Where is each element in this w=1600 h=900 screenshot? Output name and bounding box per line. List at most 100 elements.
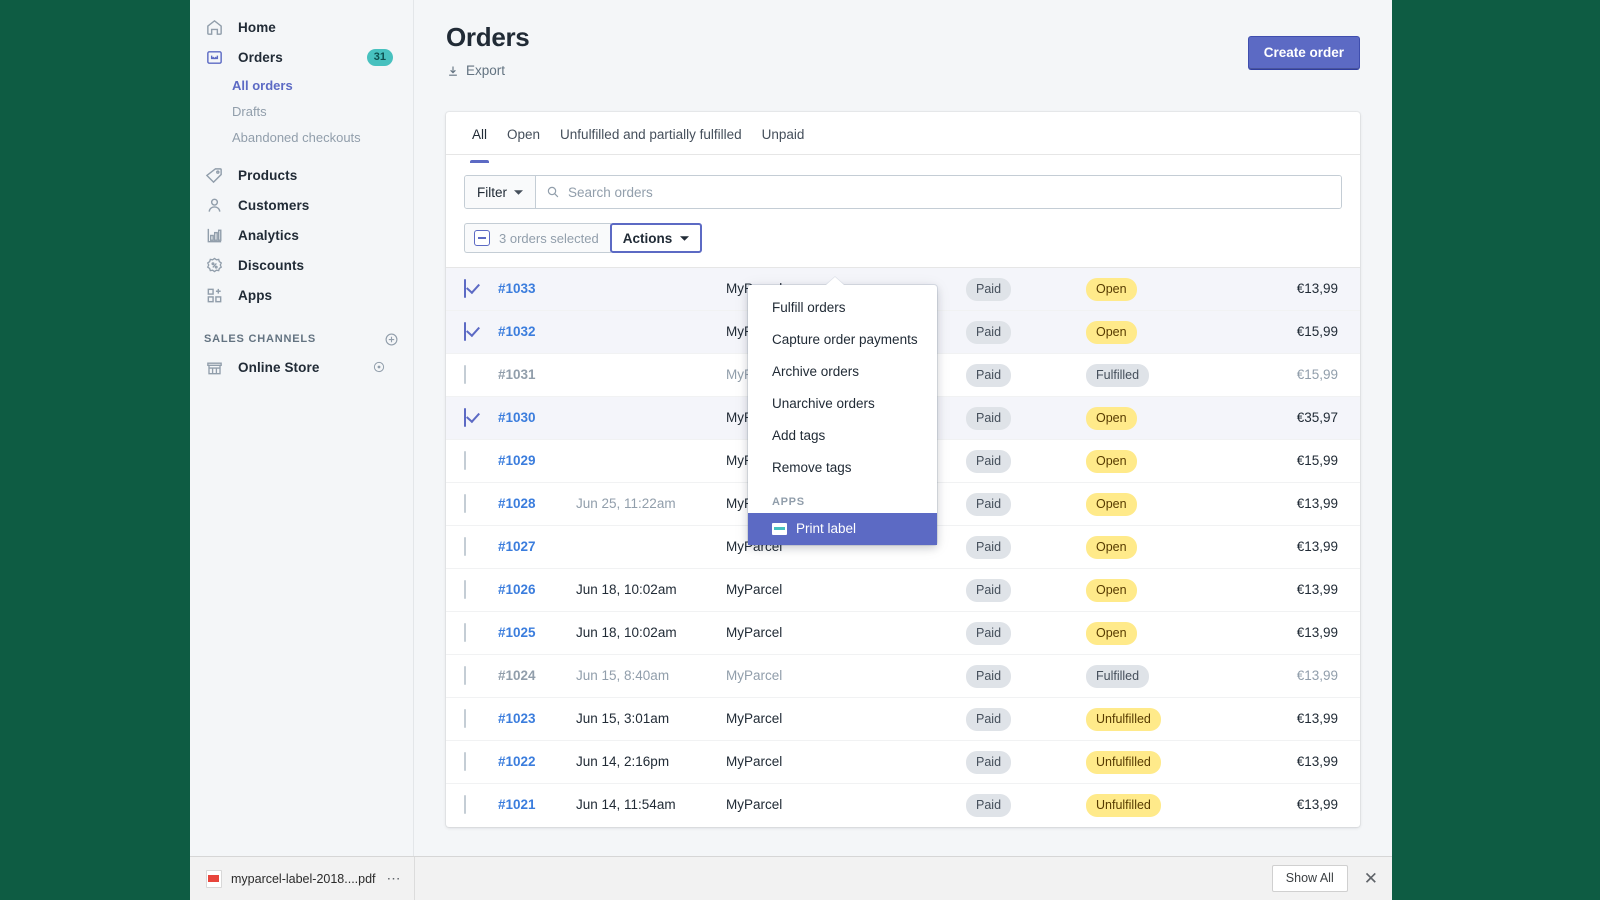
sidebar-item-label: Customers: [238, 197, 310, 213]
page-header: Orders Export Create order: [414, 0, 1392, 78]
order-number-link[interactable]: #1027: [498, 539, 536, 554]
storefront-icon: [204, 357, 224, 377]
create-order-button[interactable]: Create order: [1247, 36, 1360, 70]
sidebar-item-analytics[interactable]: Analytics: [196, 220, 407, 250]
order-number-link[interactable]: #1023: [498, 711, 536, 726]
row-checkbox[interactable]: [464, 623, 466, 642]
order-number-link[interactable]: #1031: [498, 367, 536, 382]
sidebar-item-label: Analytics: [238, 227, 299, 243]
sidebar-item-drafts[interactable]: Drafts: [232, 98, 413, 124]
tab-open[interactable]: Open: [499, 127, 548, 154]
export-button[interactable]: Export: [446, 63, 1360, 78]
eye-icon[interactable]: [365, 359, 393, 376]
order-number-link[interactable]: #1021: [498, 797, 536, 812]
sidebar-item-abandoned-checkouts[interactable]: Abandoned checkouts: [232, 124, 413, 150]
download-file-name: myparcel-label-2018....pdf: [231, 871, 376, 886]
row-checkbox[interactable]: [464, 451, 466, 470]
sidebar-item-home[interactable]: Home: [196, 12, 407, 42]
order-number-link[interactable]: #1028: [498, 496, 536, 511]
order-number-link[interactable]: #1026: [498, 582, 536, 597]
row-checkbox[interactable]: [464, 322, 466, 341]
minus-checkbox-icon[interactable]: [474, 230, 490, 246]
order-total: €15,99: [1296, 453, 1338, 468]
menu-item-unarchive-orders[interactable]: Unarchive orders: [748, 388, 937, 420]
desktop-background: Home Orders 31 All orders Drafts Abandon…: [0, 0, 1600, 900]
row-checkbox[interactable]: [464, 709, 466, 728]
table-row[interactable]: #1021 Jun 14, 11:54am MyParcel Paid Unfu…: [446, 783, 1360, 827]
row-checkbox[interactable]: [464, 279, 466, 298]
payment-status-badge: Paid: [966, 578, 1012, 602]
row-checkbox[interactable]: [464, 795, 466, 815]
tag-icon: [204, 165, 224, 185]
menu-item-remove-tags[interactable]: Remove tags: [748, 452, 937, 484]
order-date: Jun 25, 11:22am: [576, 496, 676, 511]
payment-status-badge: Paid: [966, 320, 1012, 344]
tab-unpaid[interactable]: Unpaid: [754, 127, 813, 154]
menu-item-print-label[interactable]: Print label: [748, 513, 937, 545]
export-label: Export: [466, 63, 506, 78]
fulfillment-status-badge: Open: [1086, 449, 1137, 473]
order-number-link[interactable]: #1030: [498, 410, 536, 425]
row-checkbox[interactable]: [464, 666, 466, 685]
menu-item-capture-order-payments[interactable]: Capture order payments: [748, 324, 937, 356]
table-row[interactable]: #1023 Jun 15, 3:01am MyParcel Paid Unful…: [446, 697, 1360, 741]
filter-search-group: Filter: [464, 175, 1342, 209]
tab-all[interactable]: All: [464, 127, 495, 163]
filter-button[interactable]: Filter: [465, 176, 536, 208]
order-number-link[interactable]: #1025: [498, 625, 536, 640]
order-customer: MyParcel: [726, 582, 783, 597]
menu-section-apps: APPS: [772, 496, 805, 508]
sidebar-item-products[interactable]: Products: [196, 160, 407, 190]
fulfillment-status-badge: Open: [1086, 621, 1137, 645]
order-number-link[interactable]: #1029: [498, 453, 536, 468]
tab-unfulfilled-partially-fulfilled[interactable]: Unfulfilled and partially fulfilled: [552, 127, 750, 154]
page-title: Orders: [446, 22, 530, 52]
payment-status-badge: Paid: [966, 363, 1012, 387]
row-checkbox[interactable]: [464, 537, 466, 556]
order-number-link[interactable]: #1022: [498, 754, 536, 769]
row-checkbox[interactable]: [464, 365, 466, 384]
menu-item-archive-orders[interactable]: Archive orders: [748, 356, 937, 388]
actions-button[interactable]: Actions: [609, 223, 703, 253]
menu-item-add-tags[interactable]: Add tags: [748, 420, 937, 452]
sidebar-item-all-orders[interactable]: All orders: [232, 72, 413, 98]
order-total: €35,97: [1296, 410, 1338, 425]
payment-status-badge: Paid: [966, 664, 1012, 688]
row-checkbox[interactable]: [464, 752, 466, 771]
payment-status-badge: Paid: [966, 492, 1012, 516]
sidebar-item-apps[interactable]: Apps: [196, 280, 407, 310]
menu-item-fulfill-orders[interactable]: Fulfill orders: [748, 292, 937, 324]
sidebar-item-label: Orders: [238, 49, 283, 65]
download-item[interactable]: myparcel-label-2018....pdf ⋯: [202, 856, 415, 900]
table-row[interactable]: #1024 Jun 15, 8:40am MyParcel Paid Fulfi…: [446, 654, 1360, 698]
sidebar-item-label: Products: [238, 167, 298, 183]
sidebar-item-label: Discounts: [238, 257, 305, 273]
sidebar: Home Orders 31 All orders Drafts Abandon…: [190, 0, 414, 856]
order-date: Jun 14, 2:16pm: [576, 754, 670, 769]
fulfillment-status-badge: Unfulfilled: [1086, 793, 1161, 817]
row-checkbox[interactable]: [464, 408, 466, 427]
order-number-link[interactable]: #1033: [498, 281, 536, 296]
sidebar-item-customers[interactable]: Customers: [196, 190, 407, 220]
apps-grid-plus-icon: [204, 285, 224, 305]
order-number-link[interactable]: #1024: [498, 668, 536, 683]
row-checkbox[interactable]: [464, 494, 466, 513]
table-row[interactable]: #1025 Jun 18, 10:02am MyParcel Paid Open…: [446, 611, 1360, 655]
table-row[interactable]: #1022 Jun 14, 2:16pm MyParcel Paid Unful…: [446, 740, 1360, 784]
sidebar-item-online-store[interactable]: Online Store: [196, 352, 407, 382]
order-number-link[interactable]: #1032: [498, 324, 536, 339]
row-checkbox[interactable]: [464, 580, 466, 599]
close-icon[interactable]: ✕: [1358, 870, 1384, 887]
selected-count-label: 3 orders selected: [499, 230, 599, 246]
show-all-button[interactable]: Show All: [1271, 865, 1348, 892]
payment-status-badge: Paid: [966, 535, 1012, 559]
plus-circle-icon[interactable]: [384, 332, 399, 347]
order-date: Jun 18, 10:02am: [576, 582, 677, 597]
sidebar-item-discounts[interactable]: Discounts: [196, 250, 407, 280]
selected-count-chip[interactable]: 3 orders selected: [464, 223, 611, 253]
search-input[interactable]: [568, 184, 1331, 200]
sidebar-item-orders[interactable]: Orders 31: [196, 42, 407, 72]
more-dots-icon[interactable]: ⋯: [387, 870, 402, 887]
search-box[interactable]: [536, 176, 1341, 208]
table-row[interactable]: #1026 Jun 18, 10:02am MyParcel Paid Open…: [446, 568, 1360, 612]
